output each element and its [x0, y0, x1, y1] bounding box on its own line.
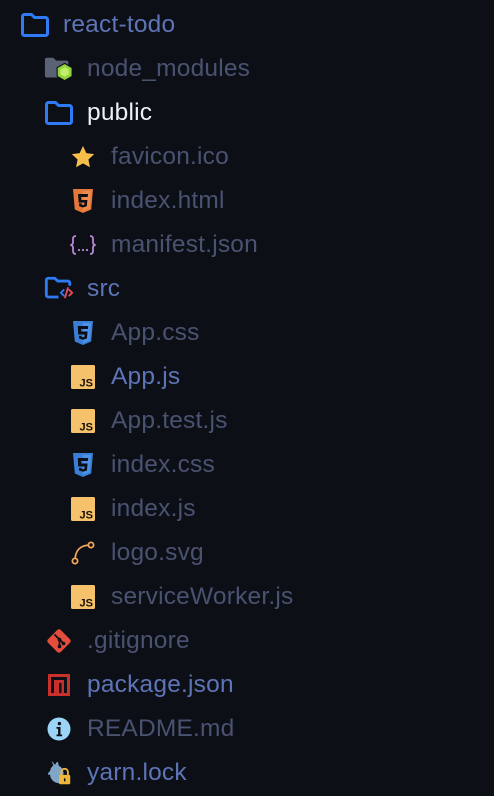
tree-item-label: yarn.lock [87, 758, 187, 786]
folder-icon [44, 98, 74, 128]
tree-item-label: react-todo [63, 10, 176, 38]
tree-item-index-html[interactable]: index.html [0, 179, 494, 223]
yarn-lock-icon [44, 758, 74, 788]
tree-item-manifest-json[interactable]: manifest.json [0, 223, 494, 267]
tree-item-src[interactable]: src [0, 267, 494, 311]
tree-item-package-json[interactable]: package.json [0, 663, 494, 707]
tree-item-label: public [87, 98, 153, 126]
folder-icon [20, 10, 50, 40]
svg-text:JS: JS [80, 598, 93, 610]
tree-item-index-css[interactable]: index.css [0, 443, 494, 487]
json-braces-icon [68, 230, 98, 260]
tree-item-label: App.test.js [111, 406, 228, 434]
tree-item-label: App.css [111, 318, 200, 346]
tree-item-app-test-js[interactable]: JS App.test.js [0, 399, 494, 443]
git-icon [44, 626, 74, 656]
tree-item-index-js[interactable]: JS index.js [0, 487, 494, 531]
tree-item-label: favicon.ico [111, 142, 229, 170]
tree-item-app-js[interactable]: JS App.js [0, 355, 494, 399]
javascript-icon: JS [68, 494, 98, 524]
tree-item-react-todo[interactable]: react-todo [0, 3, 494, 47]
tree-item-label: package.json [87, 670, 234, 698]
tree-item-label: .gitignore [87, 626, 190, 654]
css3-icon [68, 450, 98, 480]
tree-item-label: index.js [111, 494, 196, 522]
tree-item-label: index.css [111, 450, 215, 478]
svg-text:JS: JS [80, 422, 93, 434]
tree-item-label: serviceWorker.js [111, 582, 294, 610]
tree-item-label: index.html [111, 186, 225, 214]
tree-item-public[interactable]: public [0, 91, 494, 135]
file-explorer-tree: react-todo node_modules public favicon.i… [0, 0, 494, 796]
svg-text:JS: JS [80, 378, 93, 390]
svg-text:JS: JS [80, 510, 93, 522]
html5-icon [68, 186, 98, 216]
tree-item-app-css[interactable]: App.css [0, 311, 494, 355]
tree-item-yarn-lock[interactable]: yarn.lock [0, 751, 494, 795]
javascript-icon: JS [68, 406, 98, 436]
tree-item-serviceworker-js[interactable]: JS serviceWorker.js [0, 575, 494, 619]
javascript-icon: JS [68, 362, 98, 392]
javascript-icon: JS [68, 582, 98, 612]
tree-item-label: README.md [87, 714, 235, 742]
tree-item-label: node_modules [87, 54, 251, 82]
tree-item-node-modules[interactable]: node_modules [0, 47, 494, 91]
tree-item-logo-svg[interactable]: logo.svg [0, 531, 494, 575]
tree-item-readme-md[interactable]: README.md [0, 707, 494, 751]
tree-item-label: logo.svg [111, 538, 204, 566]
npm-icon [44, 670, 74, 700]
tree-item-favicon[interactable]: favicon.ico [0, 135, 494, 179]
tree-item-label: src [87, 274, 121, 302]
star-icon [68, 142, 98, 172]
css3-icon [68, 318, 98, 348]
vector-path-icon [68, 538, 98, 568]
tree-item-gitignore[interactable]: .gitignore [0, 619, 494, 663]
tree-item-label: manifest.json [111, 230, 258, 258]
source-folder-icon [44, 274, 74, 304]
tree-item-label: App.js [111, 362, 181, 390]
node-modules-folder-icon [44, 54, 74, 84]
info-icon [44, 714, 74, 744]
